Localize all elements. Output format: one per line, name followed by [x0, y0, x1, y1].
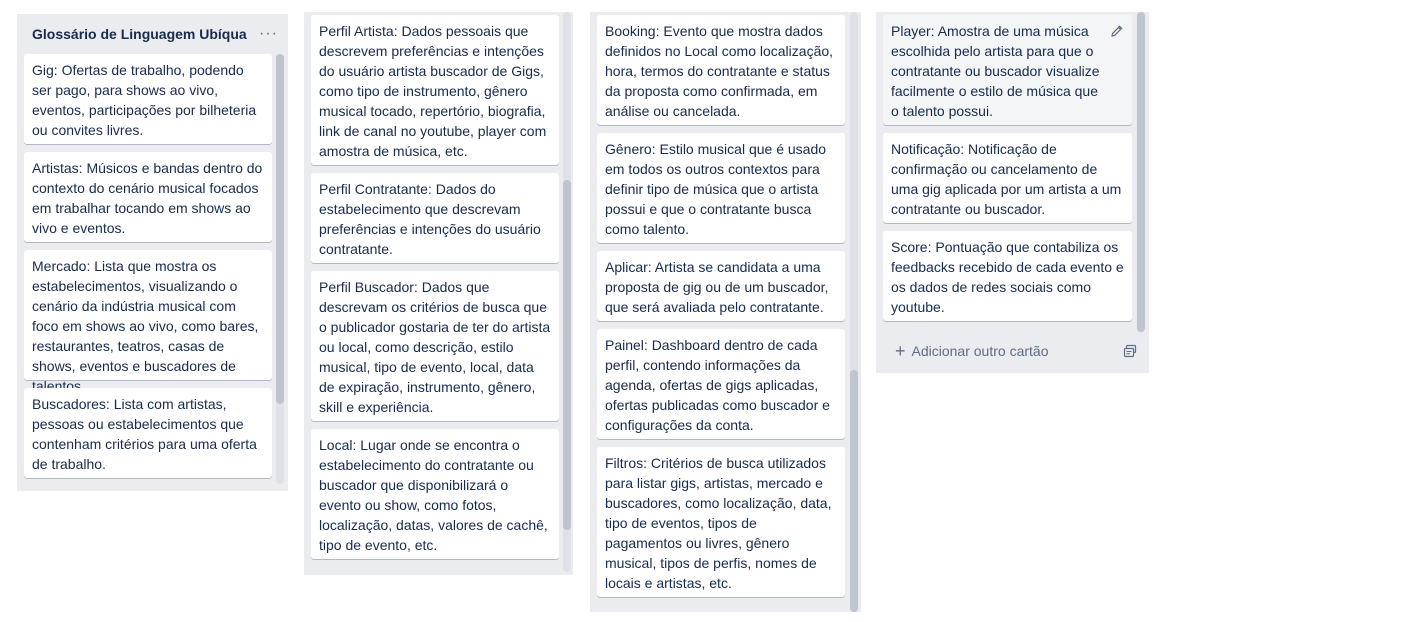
card[interactable]: Buscadores: Lista com artistas, pessoas … — [24, 388, 272, 478]
list-title[interactable]: Glossário de Linguagem Ubíqua — [32, 26, 247, 42]
list-contextos: Booking: Evento que mostra dados definid… — [590, 12, 861, 612]
card[interactable]: Gig: Ofertas de trabalho, podendo ser pa… — [24, 54, 272, 144]
plus-icon: + — [895, 341, 906, 361]
card[interactable]: Notificação: Notificação de confirmação … — [883, 133, 1132, 223]
card[interactable]: Artistas: Músicos e bandas dentro do con… — [24, 152, 272, 242]
card[interactable]: Mercado: Lista que mostra os estabelecim… — [24, 250, 272, 394]
scrollbar-thumb[interactable] — [1137, 12, 1145, 332]
list-glossario: Glossário de Linguagem Ubíqua ··· Gig: O… — [17, 14, 288, 491]
card[interactable]: Perfil Artista: Dados pessoais que descr… — [311, 15, 559, 165]
card[interactable]: Player: Amostra de uma música escolhida … — [883, 15, 1132, 125]
card-list: Player: Amostra de uma música escolhida … — [883, 15, 1132, 329]
add-card-button[interactable]: + Adicionar outro cartão — [895, 342, 1048, 360]
card[interactable]: Painel: Dashboard dentro de cada perfil,… — [597, 329, 845, 439]
scrollbar[interactable] — [1137, 12, 1145, 332]
add-card-label: Adicionar outro cartão — [911, 343, 1049, 359]
list-header: Glossário de Linguagem Ubíqua ··· — [17, 14, 288, 54]
list-menu-ellipsis-icon[interactable]: ··· — [259, 26, 278, 42]
card[interactable]: Local: Lugar onde se encontra o estabele… — [311, 429, 559, 559]
scrollbar-thumb[interactable] — [276, 54, 284, 404]
card[interactable]: Perfil Contratante: Dados do estabelecim… — [311, 173, 559, 263]
card-list: Gig: Ofertas de trabalho, podendo ser pa… — [24, 54, 272, 486]
card-text: Player: Amostra de uma música escolhida … — [891, 23, 1100, 119]
card[interactable]: Score: Pontuação que contabiliza os feed… — [883, 231, 1132, 321]
scrollbar[interactable] — [850, 12, 858, 612]
card[interactable]: Filtros: Critérios de busca utilizados p… — [597, 447, 845, 597]
add-card-composer: + Adicionar outro cartão — [883, 335, 1145, 367]
card[interactable]: Perfil Buscador: Dados que descrevam os … — [311, 271, 559, 421]
scrollbar-thumb[interactable] — [850, 370, 858, 612]
scrollbar-thumb[interactable] — [563, 180, 571, 530]
card[interactable]: Aplicar: Artista se candidata a uma prop… — [597, 251, 845, 321]
card-list: Booking: Evento que mostra dados definid… — [597, 15, 845, 605]
card[interactable]: Booking: Evento que mostra dados definid… — [597, 15, 845, 125]
scrollbar[interactable] — [276, 54, 284, 484]
scrollbar[interactable] — [563, 12, 571, 572]
card[interactable]: Gênero: Estilo musical que é usado em to… — [597, 133, 845, 243]
pencil-icon[interactable] — [1110, 24, 1124, 38]
card-template-icon[interactable] — [1123, 344, 1137, 358]
list-extras: Player: Amostra de uma música escolhida … — [876, 12, 1149, 373]
list-perfis: Perfil Artista: Dados pessoais que descr… — [304, 12, 573, 575]
card-list: Perfil Artista: Dados pessoais que descr… — [311, 15, 559, 567]
